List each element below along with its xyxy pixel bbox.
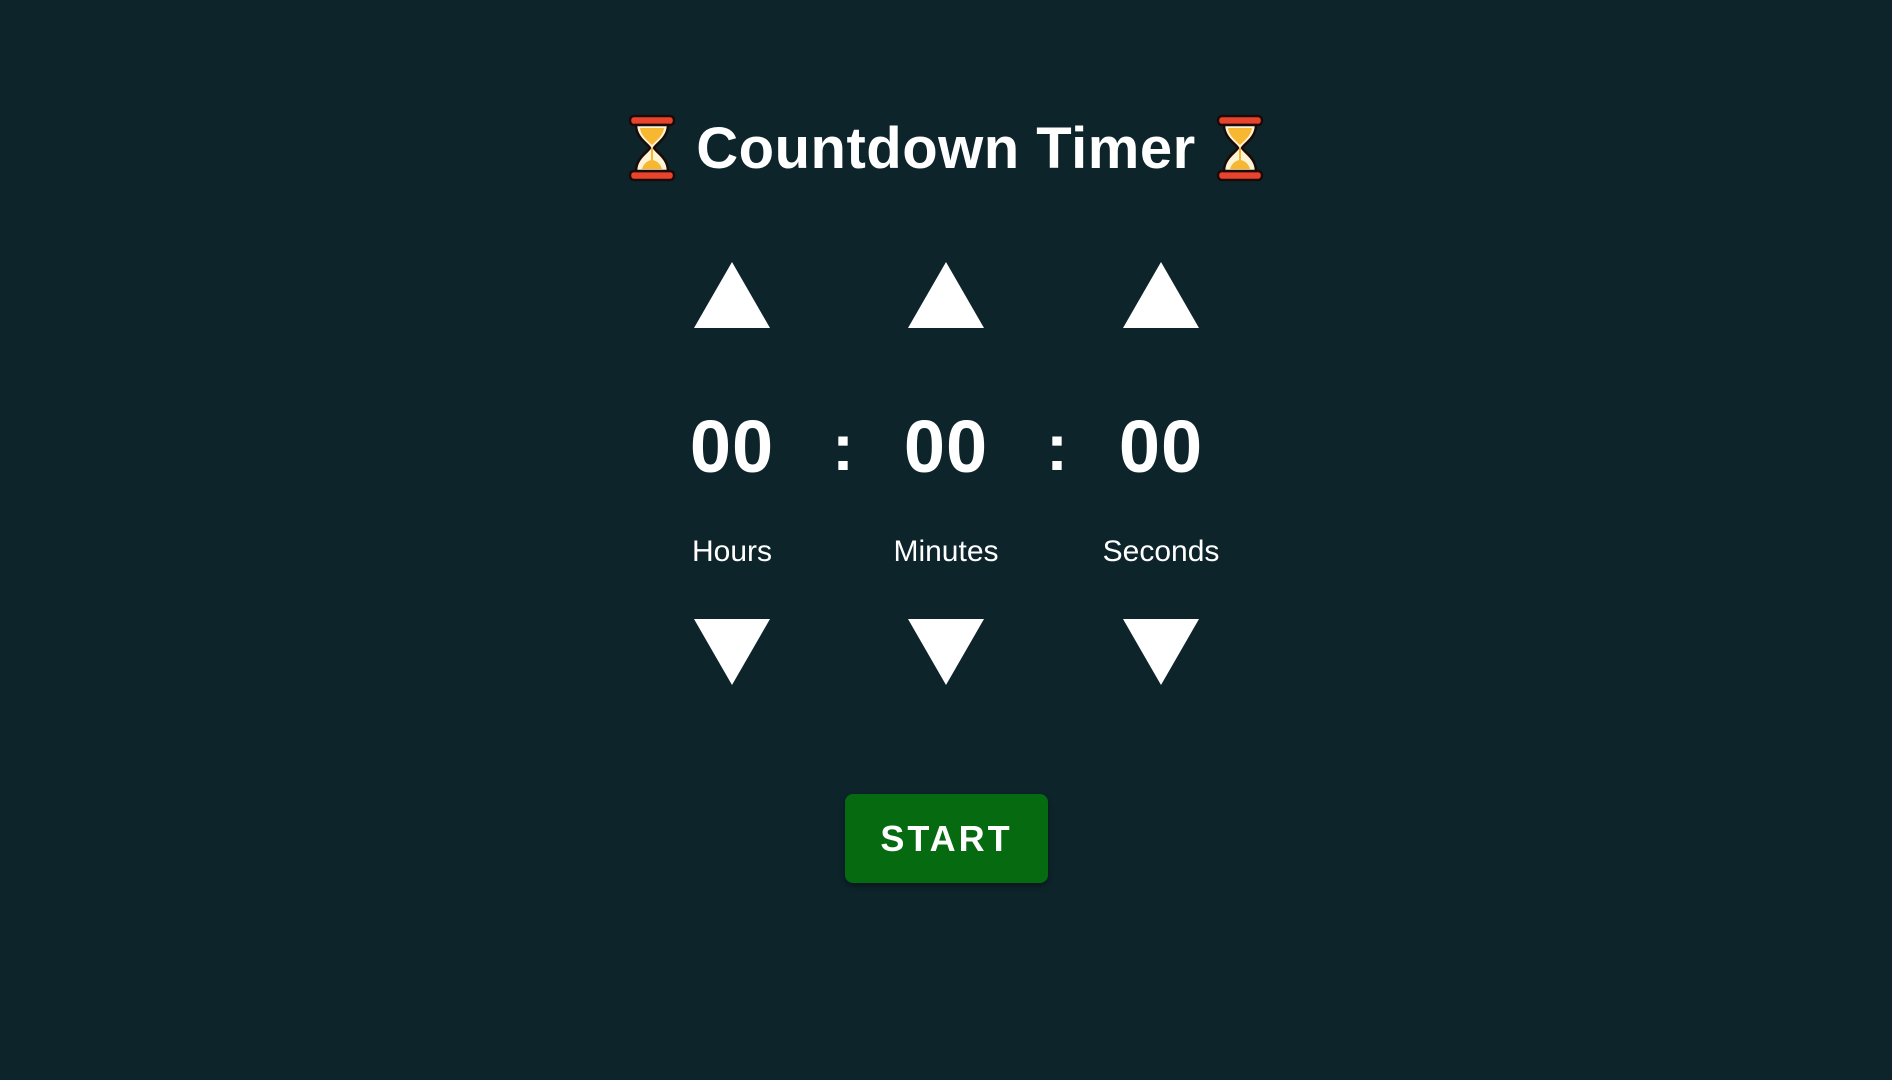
minutes-value: 00 xyxy=(903,405,989,488)
hours-unit: 00 Hours xyxy=(652,262,812,687)
countdown-timer-page: Countdown Timer 00 Hours : 00 Minutes : … xyxy=(0,0,1892,1080)
minutes-label: Minutes xyxy=(893,535,999,568)
start-button[interactable]: START xyxy=(845,794,1048,883)
hours-value: 00 xyxy=(689,405,775,488)
hours-increment-button[interactable] xyxy=(694,262,770,328)
time-separator: : xyxy=(832,410,854,484)
seconds-unit: 00 Seconds xyxy=(1081,262,1241,687)
hourglass-icon xyxy=(629,114,676,182)
seconds-label: Seconds xyxy=(1102,535,1220,568)
hourglass-icon xyxy=(1216,114,1263,182)
title-text: Countdown Timer xyxy=(696,115,1196,181)
seconds-increment-button[interactable] xyxy=(1123,262,1199,328)
hours-decrement-button[interactable] xyxy=(694,619,770,685)
time-separator: : xyxy=(1046,410,1068,484)
minutes-increment-button[interactable] xyxy=(908,262,984,328)
seconds-value: 00 xyxy=(1118,405,1204,488)
minutes-decrement-button[interactable] xyxy=(908,619,984,685)
hours-label: Hours xyxy=(691,535,773,568)
page-title: Countdown Timer xyxy=(0,108,1892,188)
minutes-unit: 00 Minutes xyxy=(866,262,1026,687)
seconds-decrement-button[interactable] xyxy=(1123,619,1199,685)
